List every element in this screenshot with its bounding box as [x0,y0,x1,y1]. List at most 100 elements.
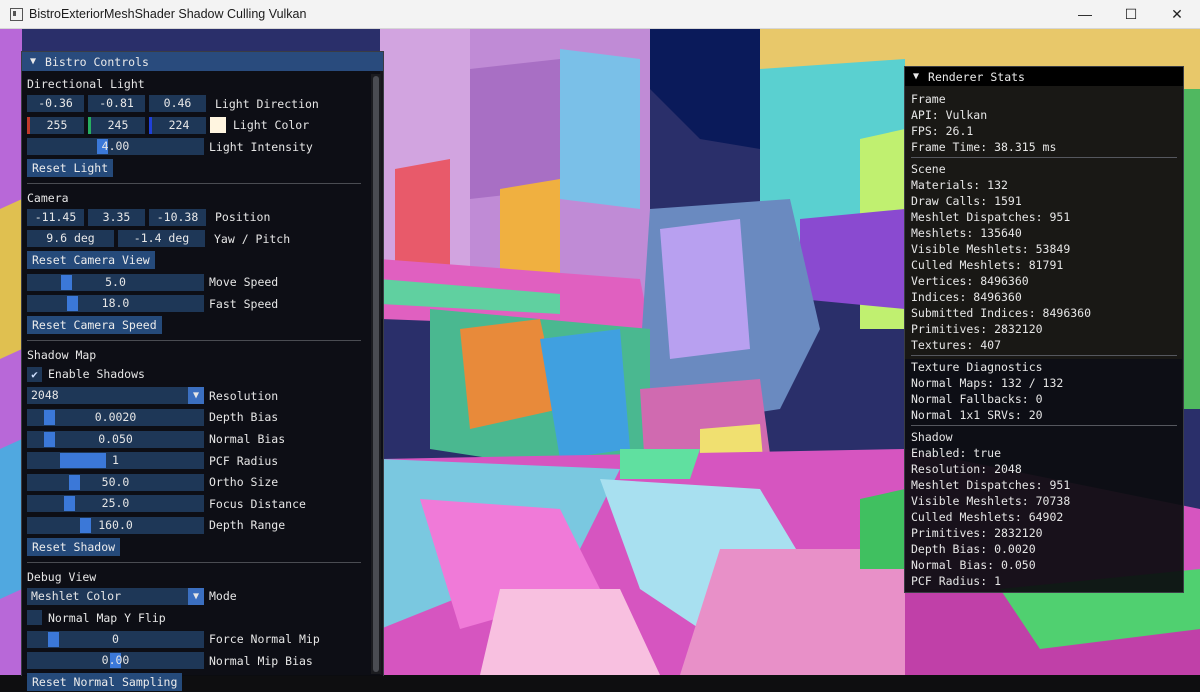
depth-range-slider[interactable]: 160.0 [27,516,204,534]
reset-shadow-row: Reset Shadow [27,538,383,557]
stat-line: Visible Meshlets: 53849 [911,242,1071,256]
slider-grab[interactable] [44,409,55,425]
pcf-radius-label: PCF Radius [209,453,279,468]
camera-position-x-field[interactable]: -11.45 [27,208,84,226]
stat-line: PCF Radius: 1 [911,574,1002,588]
window-titlebar: BistroExteriorMeshShader Shadow Culling … [0,0,1200,29]
yaw-pitch-row: 9.6 deg -1.4 deg Yaw / Pitch [27,229,383,248]
fast-speed-row: 18.0 Fast Speed [27,294,383,313]
stat-line: Depth Bias: 0.0020 [911,542,1036,556]
collapse-triangle-icon[interactable]: ▼ [913,71,919,82]
slider-value: 18.0 [101,296,130,311]
stat-line: Meshlet Dispatches: 951 [911,478,1071,492]
window-title: BistroExteriorMeshShader Shadow Culling … [29,7,307,21]
stats-section-header: Shadow [911,430,953,444]
stat-line: Visible Meshlets: 70738 [911,494,1071,508]
light-color-swatch[interactable] [210,117,226,134]
pcf-radius-slider[interactable]: 1 [27,452,204,470]
section-camera: Camera [27,190,69,205]
focus-distance-slider[interactable]: 25.0 [27,495,204,513]
slider-grab[interactable] [67,296,78,312]
slider-grab[interactable] [60,453,106,469]
light-direction-y-field[interactable]: -0.81 [88,95,145,112]
depth-bias-slider[interactable]: 0.0020 [27,408,204,426]
slider-grab[interactable] [61,274,72,290]
move-speed-label: Move Speed [209,275,279,290]
separator [27,182,361,184]
normal-mip-bias-slider[interactable]: 0.00 [27,652,204,670]
move-speed-slider[interactable]: 5.0 [27,273,204,291]
slider-grab[interactable] [80,517,91,533]
normal-mip-bias-label: Normal Mip Bias [209,653,313,668]
light-color-r-field[interactable]: 255 [27,116,84,134]
slider-value: 25.0 [101,496,130,511]
camera-position-z-field[interactable]: -10.38 [149,208,206,226]
force-normal-mip-slider[interactable]: 0 [27,630,204,648]
close-button[interactable]: ✕ [1154,0,1200,28]
chevron-down-icon[interactable]: ▼ [188,387,204,405]
debug-mode-combo[interactable]: Meshlet Color ▼ [27,587,204,605]
section-debug-view: Debug View [27,569,97,584]
enable-shadows-label: Enable Shadows [48,367,145,382]
slider-value: 0.0020 [94,409,137,424]
stat-line: Indices: 8496360 [911,290,1022,304]
force-normal-mip-label: Force Normal Mip [209,632,320,647]
stat-line: API: Vulkan [911,108,988,122]
check-icon: ✔ [31,367,38,381]
normal-bias-slider[interactable]: 0.050 [27,430,204,448]
light-direction-z-field[interactable]: 0.46 [149,95,206,112]
minimize-button[interactable]: — [1062,0,1108,28]
stat-line: Resolution: 2048 [911,462,1022,476]
slider-grab[interactable] [69,474,80,490]
slider-grab[interactable] [64,496,75,512]
ortho-size-slider[interactable]: 50.0 [27,473,204,491]
reset-camera-view-button[interactable]: Reset Camera View [27,251,155,270]
reset-shadow-button[interactable]: Reset Shadow [27,538,121,556]
slider-value: 1 [112,453,119,468]
stats-section-header: Scene [911,162,946,176]
slider-grab[interactable] [44,431,55,447]
camera-position-label: Position [215,210,271,225]
stat-line: Normal Maps: 132 / 132 [911,376,1064,390]
light-direction-x-field[interactable]: -0.36 [27,95,84,112]
bistro-controls-panel[interactable]: ▼ Bistro Controls Directional Light -0.3… [21,51,384,692]
slider-grab[interactable] [48,631,59,647]
reset-normal-sampling-row: Reset Normal Sampling [27,673,383,692]
collapse-triangle-icon[interactable]: ▼ [30,56,36,67]
camera-position-y-field[interactable]: 3.35 [88,208,145,226]
reset-camera-speed-button[interactable]: Reset Camera Speed [27,316,162,335]
light-intensity-slider[interactable]: 4.00 [27,138,204,156]
chevron-down-icon[interactable]: ▼ [188,587,204,605]
normal-map-y-flip-checkbox[interactable] [27,610,42,626]
reset-normal-sampling-button[interactable]: Reset Normal Sampling [27,673,183,692]
resolution-combo[interactable]: 2048 ▼ [27,387,204,405]
focus-distance-row: 25.0 Focus Distance [27,494,383,513]
renderer-stats-panel[interactable]: ▼ Renderer Stats Frame API: Vulkan FPS: 26… [904,66,1184,593]
reset-light-button[interactable]: Reset Light [27,159,114,178]
pitch-field[interactable]: -1.4 deg [118,230,205,248]
renderer-stats-header[interactable]: ▼ Renderer Stats [905,67,1183,86]
depth-range-label: Depth Range [209,518,286,533]
stats-section-header: Frame [911,92,946,106]
maximize-button[interactable]: ☐ [1108,0,1154,28]
fast-speed-slider[interactable]: 18.0 [27,295,204,313]
normal-map-flip-row[interactable]: Normal Map Y Flip [27,608,383,627]
stat-line: Draw Calls: 1591 [911,194,1022,208]
light-color-g-field[interactable]: 245 [88,116,145,134]
separator [27,339,361,341]
stat-line: Primitives: 2832120 [911,526,1043,540]
slider-value: 4.00 [101,139,130,154]
combo-value: 2048 [31,388,59,403]
bistro-controls-header[interactable]: ▼ Bistro Controls [22,52,383,71]
slider-value: 0 [112,631,119,646]
stat-line: Normal Fallbacks: 0 [911,392,1043,406]
enable-shadows-row[interactable]: ✔ Enable Shadows [27,365,383,384]
reset-camera-view-row: Reset Camera View [27,251,383,270]
yaw-field[interactable]: 9.6 deg [27,230,114,248]
enable-shadows-checkbox[interactable]: ✔ [27,366,42,382]
light-direction-row: -0.36 -0.81 0.46 Light Direction [27,94,383,113]
light-color-b-field[interactable]: 224 [149,116,206,134]
stat-line: Normal Bias: 0.050 [911,558,1036,572]
ortho-size-row: 50.0 Ortho Size [27,473,383,492]
stats-body: Frame API: Vulkan FPS: 26.1 Frame Time: 38.… [905,86,1183,589]
